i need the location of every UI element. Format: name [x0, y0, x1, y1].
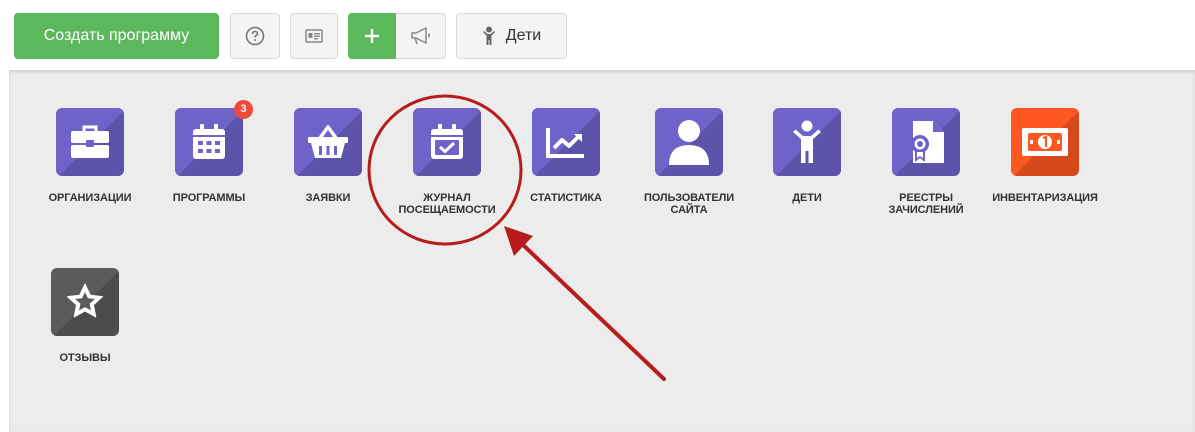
tile-icon: [413, 108, 481, 176]
help-button[interactable]: [230, 13, 280, 59]
tile-inventory[interactable]: ИНВЕНТАРИЗАЦИЯ: [980, 108, 1110, 204]
tile-label: ДЕТИ: [792, 192, 822, 204]
children-button-label: Дети: [505, 27, 542, 44]
tile-label: ЖУРНАЛ ПОСЕЩАЕМОСТИ: [398, 192, 496, 216]
money-icon: [1022, 128, 1068, 156]
tile-label: СТАТИСТИКА: [530, 192, 602, 204]
briefcase-icon: [71, 125, 109, 158]
calendar-icon: [193, 124, 225, 159]
tile-reviews[interactable]: ОТЗЫВЫ: [20, 268, 150, 364]
tile-applications[interactable]: ЗАЯВКИ: [263, 108, 393, 204]
plus-icon: [365, 29, 379, 43]
tile-icon: [532, 108, 600, 176]
tile-icon: [56, 108, 124, 176]
announcement-button[interactable]: [396, 13, 446, 59]
create-program-button[interactable]: Создать программу: [14, 13, 219, 59]
tile-icon: [773, 108, 841, 176]
tile-label: ПОЛЬЗОВАТЕЛИ САЙТА: [643, 192, 735, 216]
create-program-label: Создать программу: [43, 27, 190, 44]
tile-enrollment-registries[interactable]: РЕЕСТРЫ ЗАЧИСЛЕНИЙ: [861, 108, 991, 216]
tile-label: ПРОГРАММЫ: [172, 192, 246, 204]
tile-children[interactable]: ДЕТИ: [742, 108, 872, 204]
tile-icon: [655, 108, 723, 176]
tile-label: РЕЕСТРЫ ЗАЧИСЛЕНИЙ: [888, 192, 964, 216]
children-button[interactable]: Дети: [456, 13, 567, 59]
help-icon: [245, 26, 265, 46]
child-icon: [793, 120, 821, 163]
toolbar: Создать программу Дети: [0, 0, 1195, 70]
tile-icon: [892, 108, 960, 176]
tile-label: ОТЗЫВЫ: [59, 352, 111, 364]
star-icon: [67, 283, 103, 318]
tile-attendance-journal[interactable]: ЖУРНАЛ ПОСЕЩАЕМОСТИ: [382, 108, 512, 216]
megaphone-icon: [410, 27, 430, 45]
tile-site-users[interactable]: ПОЛЬЗОВАТЕЛИ САЙТА: [624, 108, 754, 216]
workspace: ОРГАНИЗАЦИИ 3 ПРОГРАММЫ ЗАЯВКИ ЖУРНАЛ ПО…: [9, 70, 1195, 432]
tile-organizations[interactable]: ОРГАНИЗАЦИИ: [25, 108, 155, 204]
tile-label: ОРГАНИЗАЦИИ: [48, 192, 132, 204]
tile-statistics[interactable]: СТАТИСТИКА: [501, 108, 631, 204]
calendar-check-icon: [431, 124, 463, 159]
tile-label: ЗАЯВКИ: [305, 192, 351, 204]
tile-icon: [294, 108, 362, 176]
tile-icon: [1011, 108, 1079, 176]
certificate-icon: [911, 121, 944, 163]
basket-icon: [308, 125, 348, 158]
notification-badge: 3: [234, 100, 253, 119]
child-icon: [482, 26, 495, 45]
id-card-button[interactable]: [290, 13, 338, 59]
tile-icon: 3: [175, 100, 253, 176]
tile-icon: [51, 268, 119, 336]
add-button[interactable]: [348, 13, 396, 59]
tile-label: ИНВЕНТАРИЗАЦИЯ: [992, 192, 1098, 204]
user-icon: [669, 120, 709, 165]
chart-line-icon: [546, 128, 584, 158]
tile-programs[interactable]: 3 ПРОГРАММЫ: [144, 100, 274, 204]
id-card-icon: [305, 29, 323, 43]
